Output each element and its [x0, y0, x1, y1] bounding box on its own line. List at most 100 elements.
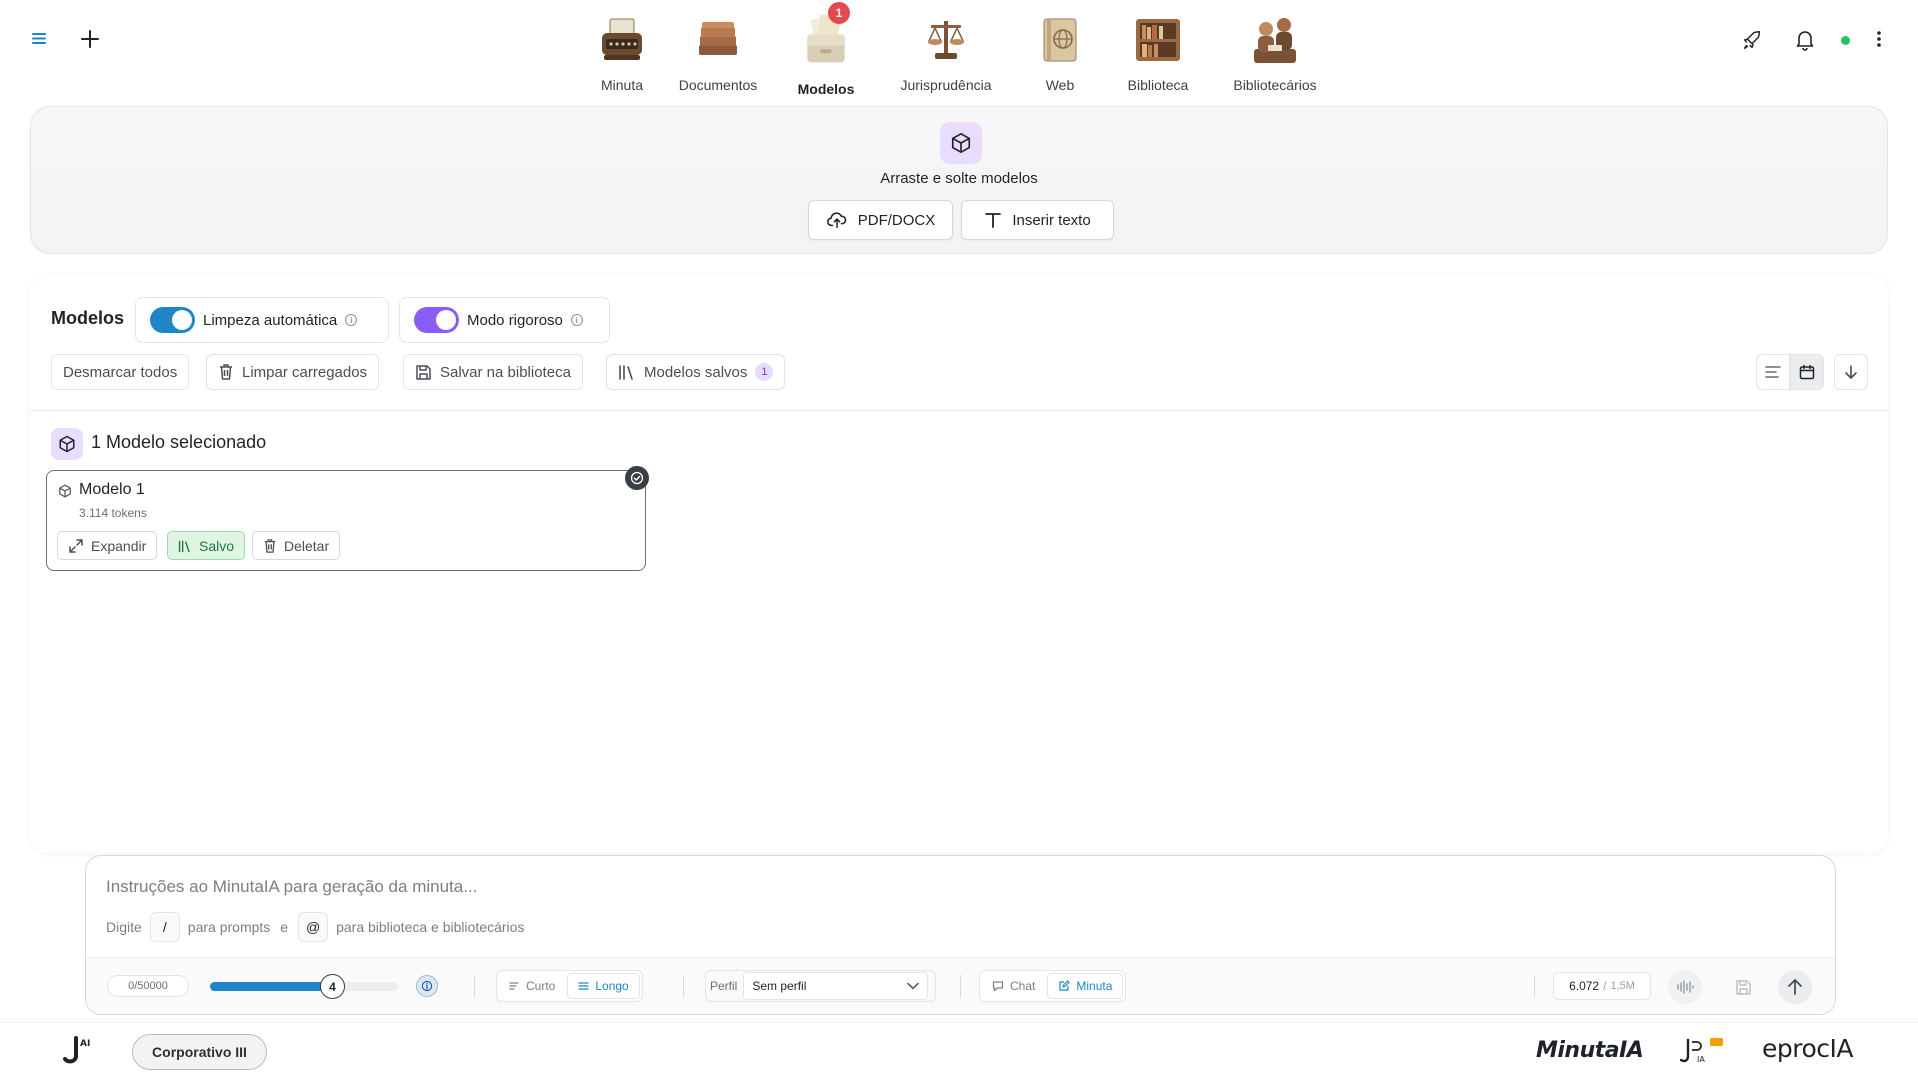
- tokens-used: 6.072: [1569, 979, 1600, 993]
- tab-modelos-label: Modelos: [797, 81, 855, 97]
- length-slider-thumb[interactable]: 4: [320, 974, 345, 999]
- divider: [30, 410, 1888, 411]
- saved-label: Salvo: [199, 537, 235, 554]
- upload-pdf-docx-button[interactable]: PDF/DOCX: [808, 200, 953, 240]
- tab-jurisprudencia[interactable]: Jurisprudência: [878, 12, 1014, 97]
- mode-toggle: Chat Minuta: [979, 970, 1127, 1002]
- at-key: @: [298, 912, 329, 942]
- saved-count-badge: 1: [755, 363, 774, 381]
- web-book-icon: [1032, 12, 1088, 68]
- selected-count: 1 Modelo selecionado: [91, 432, 267, 452]
- tab-web[interactable]: Web: [1014, 12, 1106, 97]
- strict-mode-toggle[interactable]: Modo rigoroso i: [399, 297, 610, 343]
- long-text-icon: [578, 981, 589, 991]
- tab-modelos[interactable]: 1 Modelos: [774, 2, 878, 97]
- more-vertical-icon[interactable]: [1876, 30, 1882, 48]
- svg-text:AI: AI: [80, 1039, 90, 1049]
- minuta-logo[interactable]: MinutaIA: [1536, 1038, 1644, 1063]
- mode-chat-option[interactable]: Chat: [982, 973, 1045, 999]
- text-type-icon: [984, 211, 1002, 229]
- prompt-input[interactable]: Instruções ao MinutaIA para geração da m…: [106, 877, 477, 897]
- saved-models-label: Modelos salvos: [644, 363, 748, 381]
- saved-models-button[interactable]: Modelos salvos 1: [606, 354, 786, 390]
- mode-minuta-label: Minuta: [1076, 979, 1113, 993]
- chevron-down-icon: [907, 982, 920, 990]
- save-icon: [415, 364, 432, 381]
- eproc-logo[interactable]: eprocIA: [1762, 1034, 1854, 1063]
- tab-biblioteca-label: Biblioteca: [1127, 77, 1189, 93]
- cloud-upload-icon: [826, 211, 848, 229]
- documents-icon: [690, 12, 746, 68]
- bell-icon[interactable]: [1795, 29, 1815, 51]
- token-usage: 6.072 / 1,5M: [1553, 972, 1651, 1000]
- saved-button[interactable]: Salvo: [167, 531, 246, 560]
- mode-minuta-option[interactable]: Minuta: [1047, 973, 1124, 999]
- tab-web-label: Web: [1045, 77, 1075, 93]
- length-short-option[interactable]: Curto: [499, 973, 565, 999]
- save-library-button[interactable]: Salvar na biblioteca: [403, 354, 583, 390]
- tab-biblioteca[interactable]: Biblioteca: [1106, 12, 1210, 97]
- length-long-option[interactable]: Longo: [567, 973, 640, 999]
- librarians-icon: [1247, 12, 1303, 68]
- trash-icon: [263, 538, 277, 554]
- library-icon: [618, 364, 636, 380]
- bookshelf-icon: [1130, 12, 1186, 68]
- cube-icon: [51, 428, 83, 460]
- profile-select[interactable]: Sem perfil: [743, 972, 929, 1000]
- audio-button[interactable]: [1668, 970, 1702, 1004]
- unselect-all-label: Desmarcar todos: [63, 363, 178, 381]
- short-text-icon: [509, 981, 520, 991]
- length-toggle: Curto Longo: [496, 970, 643, 1002]
- delete-button[interactable]: Deletar: [252, 531, 341, 560]
- hint-at-text: para biblioteca e bibliotecários: [336, 919, 525, 935]
- app-logo-icon[interactable]: AI: [60, 1034, 94, 1068]
- hint-slash-text: para prompts: [187, 919, 271, 935]
- save-library-label: Salvar na biblioteca: [440, 363, 571, 381]
- upload-label: PDF/DOCX: [857, 211, 936, 229]
- plus-icon[interactable]: [80, 29, 100, 49]
- send-button[interactable]: [1778, 970, 1812, 1004]
- list-view-button[interactable]: [1756, 354, 1790, 390]
- model-tokens: 3.114 tokens: [79, 506, 147, 520]
- info-icon[interactable]: i: [345, 314, 358, 326]
- auto-clean-switch[interactable]: [150, 307, 195, 333]
- jusia-logo-icon[interactable]: IA: [1680, 1036, 1724, 1068]
- notification-badge: 1: [828, 2, 850, 24]
- strict-mode-switch[interactable]: [414, 307, 459, 333]
- auto-clean-label: Limpeza automática: [203, 311, 338, 329]
- sort-button[interactable]: [1834, 354, 1868, 390]
- mode-chat-label: Chat: [1010, 979, 1036, 993]
- rocket-icon[interactable]: [1741, 29, 1763, 51]
- info-icon[interactable]: i: [570, 314, 583, 326]
- tab-minuta-label: Minuta: [600, 77, 644, 93]
- tab-bibliotecarios[interactable]: Bibliotecários: [1210, 12, 1340, 97]
- chat-icon: [992, 980, 1004, 992]
- tab-minuta[interactable]: Minuta: [582, 12, 662, 97]
- prompt-hint: Digite / para prompts e @ para bibliotec…: [106, 912, 524, 942]
- save-draft-button[interactable]: [1726, 970, 1760, 1004]
- length-short-label: Curto: [526, 979, 556, 993]
- insert-text-button[interactable]: Inserir texto: [961, 200, 1114, 240]
- eproc-logo-text: eprocIA: [1762, 1034, 1854, 1063]
- menu-icon[interactable]: [30, 30, 50, 46]
- check-circle-icon[interactable]: [625, 466, 649, 490]
- expand-button[interactable]: Expandir: [57, 531, 158, 560]
- slash-key: /: [149, 912, 180, 942]
- auto-clean-toggle[interactable]: Limpeza automática i: [135, 297, 389, 343]
- hint-and: e: [280, 919, 289, 935]
- clear-loaded-button[interactable]: Limpar carregados: [206, 354, 380, 390]
- tab-documentos[interactable]: Documentos: [662, 12, 774, 97]
- profile-pill[interactable]: Corporativo III: [132, 1034, 267, 1070]
- save-icon: [1735, 979, 1752, 996]
- divider: [1534, 975, 1535, 997]
- cube-icon: [58, 484, 72, 498]
- arrow-down-icon: [1844, 364, 1858, 380]
- calendar-view-button[interactable]: [1790, 354, 1824, 390]
- tab-bibliotecarios-label: Bibliotecários: [1233, 77, 1317, 93]
- library-icon: [178, 539, 192, 553]
- profile-field: Perfil Sem perfil: [705, 970, 936, 1002]
- hint-prefix: Digite: [106, 919, 142, 935]
- unselect-all-button[interactable]: Desmarcar todos: [51, 354, 190, 390]
- model-title: Modelo 1: [79, 481, 145, 498]
- info-icon[interactable]: [416, 975, 438, 997]
